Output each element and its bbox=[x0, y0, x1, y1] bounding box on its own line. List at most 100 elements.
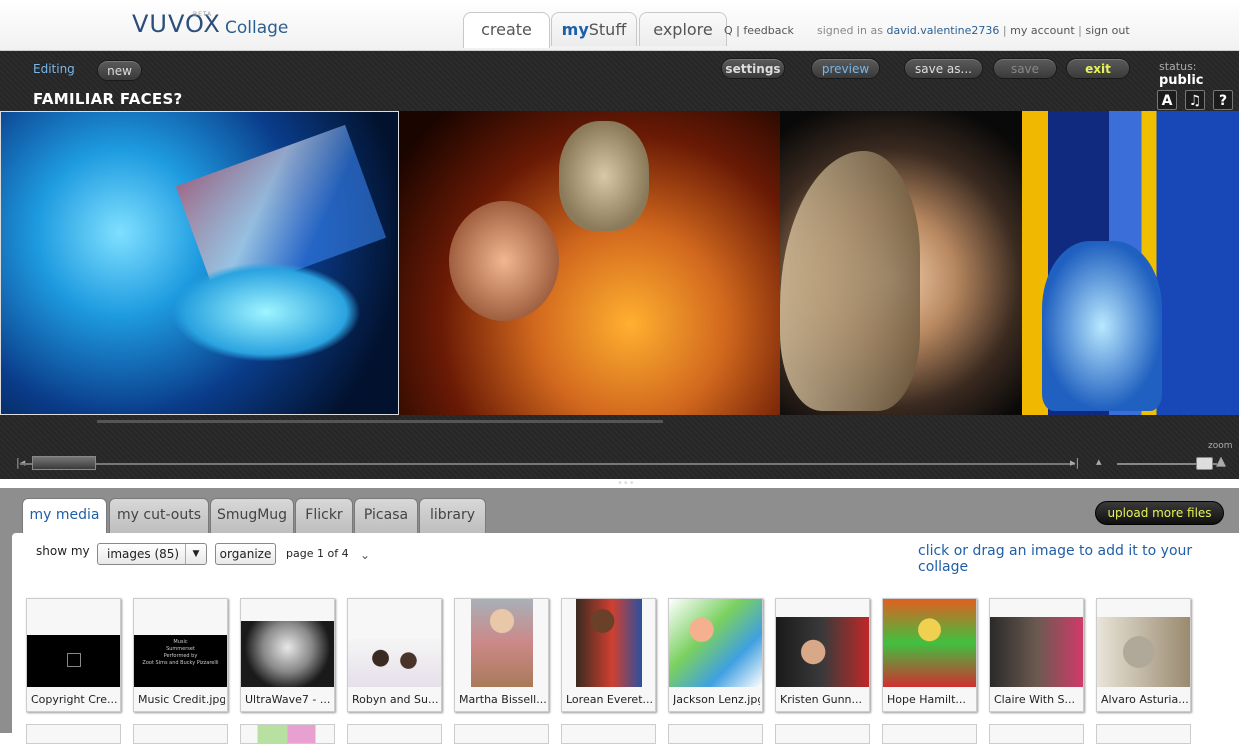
collage-image-4[interactable] bbox=[1022, 111, 1239, 415]
media-thumbnail[interactable] bbox=[1096, 724, 1191, 744]
media-thumbnail[interactable]: Copyright Cre... bbox=[26, 598, 121, 712]
media-thumbnail[interactable]: Robyn and Su... bbox=[347, 598, 442, 712]
timeline-track[interactable] bbox=[20, 463, 1075, 465]
thumbnail-caption: Kristen Gunn... bbox=[780, 693, 863, 706]
collage-title[interactable]: FAMILIAR FACES? bbox=[33, 90, 183, 108]
media-thumbnail[interactable] bbox=[26, 724, 121, 744]
thumbnail-caption: Copyright Cre... bbox=[31, 693, 118, 706]
sign-out-link[interactable]: sign out bbox=[1085, 24, 1129, 37]
thumbnail-caption: Hope Hamilt... bbox=[887, 693, 966, 706]
next-page-icon[interactable]: ⌄ bbox=[360, 548, 370, 562]
thumbnail-image bbox=[1097, 617, 1190, 687]
username-link[interactable]: david.valentine2736 bbox=[886, 24, 999, 37]
media-thumbnail[interactable] bbox=[668, 724, 763, 744]
zoom-out-icon[interactable]: ▴ bbox=[1096, 455, 1102, 468]
media-thumbnail[interactable] bbox=[561, 724, 656, 744]
tab-flickr[interactable]: Flickr bbox=[295, 498, 353, 534]
media-thumbnail[interactable]: Alvaro Asturia... bbox=[1096, 598, 1191, 712]
zoom-label: zoom bbox=[1208, 441, 1233, 451]
drag-hint: click or drag an image to add it to your… bbox=[918, 543, 1193, 575]
zoom-slider-knob[interactable] bbox=[1196, 457, 1213, 470]
tab-mystuff-label-stuff: Stuff bbox=[588, 20, 627, 39]
zoom-in-icon[interactable]: ▲ bbox=[1216, 454, 1226, 469]
preview-button[interactable]: preview bbox=[811, 58, 880, 79]
help-icon[interactable]: ? bbox=[1213, 90, 1233, 110]
media-thumbnail[interactable] bbox=[133, 724, 228, 744]
media-thumbnail[interactable]: Hope Hamilt... bbox=[882, 598, 977, 712]
organize-button[interactable]: organize bbox=[215, 543, 276, 565]
timeline-end-icon[interactable]: ▸| bbox=[1070, 456, 1079, 469]
faq-link[interactable]: Q bbox=[724, 24, 733, 37]
page-indicator: page 1 of 4 bbox=[286, 547, 349, 560]
chevron-down-icon: ▼ bbox=[185, 544, 206, 564]
thumbnail-image bbox=[471, 599, 533, 687]
thumbnail-caption: Lorean Everet... bbox=[566, 693, 653, 706]
settings-button[interactable]: settings bbox=[721, 58, 785, 79]
status-label: status: bbox=[1159, 60, 1197, 73]
top-links: Q | feedback bbox=[724, 24, 794, 37]
show-my-label: show my bbox=[36, 544, 90, 558]
my-account-link[interactable]: my account bbox=[1010, 24, 1075, 37]
media-thumbnail[interactable]: UltraWave7 - ... bbox=[240, 598, 335, 712]
image-detail bbox=[1042, 241, 1162, 411]
thumbnail-caption: Claire With S... bbox=[994, 693, 1076, 706]
thumbnail-caption: Martha Bissell... bbox=[459, 693, 546, 706]
tab-mystuff-label-my: my bbox=[561, 20, 589, 39]
thumbnail-caption: Alvaro Asturia... bbox=[1101, 693, 1188, 706]
media-thumbnail[interactable]: Kristen Gunn... bbox=[775, 598, 870, 712]
thumbnail-image: Music Summerset Performed by Zoot Sims a… bbox=[134, 635, 227, 687]
collage-image-2[interactable] bbox=[399, 111, 784, 415]
media-thumbnail[interactable] bbox=[240, 724, 335, 744]
thumbnail-image bbox=[576, 599, 642, 687]
image-detail bbox=[559, 121, 649, 231]
new-button[interactable]: new bbox=[97, 60, 142, 81]
media-thumbnail[interactable]: Lorean Everet... bbox=[561, 598, 656, 712]
text-tool-icon[interactable]: A bbox=[1157, 90, 1177, 110]
tab-mystuff[interactable]: myStuff bbox=[551, 12, 637, 46]
feedback-link[interactable]: feedback bbox=[743, 24, 794, 37]
save-button[interactable]: save bbox=[993, 58, 1057, 79]
tab-create-label: create bbox=[481, 20, 532, 39]
media-thumbnail[interactable] bbox=[882, 724, 977, 744]
tab-explore[interactable]: explore bbox=[639, 12, 727, 46]
thumbnail-image bbox=[990, 617, 1083, 687]
media-thumbnail[interactable] bbox=[454, 724, 549, 744]
media-thumbnail[interactable] bbox=[989, 724, 1084, 744]
account-bar: signed in as david.valentine2736 | my ac… bbox=[817, 24, 1130, 37]
media-thumbnail[interactable] bbox=[775, 724, 870, 744]
collage-image-1[interactable] bbox=[0, 111, 399, 415]
save-as-button[interactable]: save as... bbox=[904, 58, 983, 79]
thumbnail-image bbox=[348, 639, 441, 687]
thumbnail-image bbox=[241, 621, 334, 687]
media-thumbnail[interactable]: Jackson Lenz.jpg bbox=[668, 598, 763, 712]
product-name: Collage bbox=[225, 18, 289, 38]
media-thumbnail[interactable]: Claire With S... bbox=[989, 598, 1084, 712]
thumbnail-caption: Jackson Lenz.jpg bbox=[673, 693, 760, 706]
collage-canvas[interactable] bbox=[0, 111, 1239, 415]
tab-my-media[interactable]: my media bbox=[22, 498, 107, 535]
upload-more-files-button[interactable]: upload more files bbox=[1095, 501, 1224, 525]
music-tool-icon[interactable]: ♫ bbox=[1185, 90, 1205, 110]
image-detail bbox=[171, 262, 361, 362]
tab-library[interactable]: library bbox=[419, 498, 486, 534]
media-thumbnail[interactable] bbox=[347, 724, 442, 744]
link-separator: | bbox=[1002, 24, 1007, 37]
tab-picasa[interactable]: Picasa bbox=[354, 498, 418, 534]
exit-button[interactable]: exit bbox=[1066, 58, 1130, 79]
thumbnail-image bbox=[883, 599, 976, 687]
media-thumbnail[interactable]: Martha Bissell... bbox=[454, 598, 549, 712]
timeline-bar bbox=[0, 415, 1239, 479]
thumbnail-caption: Robyn and Su... bbox=[352, 693, 439, 706]
link-separator: | bbox=[1078, 24, 1082, 37]
media-filter-select[interactable]: images (85) ▼ bbox=[97, 543, 207, 565]
image-detail bbox=[780, 151, 920, 411]
tab-smugmug[interactable]: SmugMug bbox=[210, 498, 294, 534]
collage-image-3[interactable] bbox=[780, 111, 1025, 415]
media-thumbnail[interactable]: Music Summerset Performed by Zoot Sims a… bbox=[133, 598, 228, 712]
tab-create[interactable]: create bbox=[463, 12, 550, 48]
tab-my-cut-outs[interactable]: my cut-outs bbox=[109, 498, 209, 534]
music-credit-line: Performed by bbox=[163, 653, 198, 659]
thumbnail-caption: UltraWave7 - ... bbox=[245, 693, 331, 706]
editing-label: Editing bbox=[33, 62, 75, 76]
timeline-scroll-handle[interactable] bbox=[32, 456, 96, 470]
